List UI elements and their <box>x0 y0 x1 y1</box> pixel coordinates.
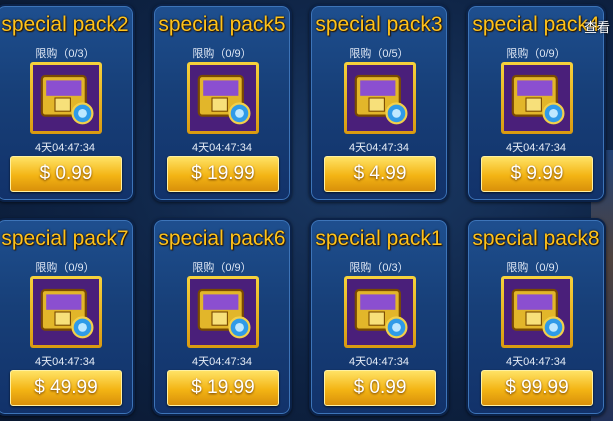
countdown-timer: 4天04:47:34 <box>349 142 409 154</box>
countdown-timer: 4天04:47:34 <box>35 356 95 368</box>
pack-card-5[interactable]: special pack7 限购（0/9） 4天04:47:34 $ 49.99 <box>0 218 135 416</box>
view-details-link[interactable]: 查看 <box>584 17 610 36</box>
buy-button[interactable]: $ 99.99 <box>481 370 593 406</box>
pack-title: special pack6 <box>158 227 286 250</box>
pack-card-8[interactable]: special pack8 限购（0/9） 4天04:47:34 $ 99.99 <box>466 218 606 416</box>
treasure-chest-icon <box>30 62 102 134</box>
buy-button[interactable]: $ 4.99 <box>324 156 436 192</box>
countdown-timer: 4天04:47:34 <box>35 142 95 154</box>
purchase-limit: 限购（0/9） <box>192 48 252 60</box>
buy-button[interactable]: $ 9.99 <box>481 156 593 192</box>
purchase-limit: 限购（0/3） <box>35 48 95 60</box>
treasure-chest-icon <box>344 276 416 348</box>
treasure-chest-icon <box>501 276 573 348</box>
pack-card-7[interactable]: special pack1 限购（0/3） 4天04:47:34 $ 0.99 <box>309 218 449 416</box>
treasure-chest-icon <box>187 276 259 348</box>
countdown-timer: 4天04:47:34 <box>192 142 252 154</box>
countdown-timer: 4天04:47:34 <box>506 356 566 368</box>
pack-title: special pack3 <box>315 13 443 36</box>
pack-title: special pack1 <box>315 227 443 250</box>
pack-title: special pack2 <box>1 13 129 36</box>
countdown-timer: 4天04:47:34 <box>192 356 252 368</box>
buy-button[interactable]: $ 49.99 <box>10 370 122 406</box>
pack-title: special pack5 <box>158 13 286 36</box>
countdown-timer: 4天04:47:34 <box>506 142 566 154</box>
purchase-limit: 限购（0/9） <box>506 48 566 60</box>
purchase-limit: 限购（0/5） <box>349 48 409 60</box>
buy-button[interactable]: $ 19.99 <box>167 156 279 192</box>
pack-card-3[interactable]: special pack3 限购（0/5） 4天04:47:34 $ 4.99 <box>309 4 449 202</box>
purchase-limit: 限购（0/9） <box>192 262 252 274</box>
treasure-chest-icon <box>501 62 573 134</box>
pack-card-2[interactable]: special pack5 限购（0/9） 4天04:47:34 $ 19.99 <box>152 4 292 202</box>
countdown-timer: 4天04:47:34 <box>349 356 409 368</box>
pack-card-6[interactable]: special pack6 限购（0/9） 4天04:47:34 $ 19.99 <box>152 218 292 416</box>
treasure-chest-icon <box>30 276 102 348</box>
pack-card-1[interactable]: special pack2 限购（0/3） 4天04:47:34 $ 0.99 <box>0 4 135 202</box>
pack-title: special pack7 <box>1 227 129 250</box>
purchase-limit: 限购（0/9） <box>506 262 566 274</box>
buy-button[interactable]: $ 19.99 <box>167 370 279 406</box>
purchase-limit: 限购（0/9） <box>35 262 95 274</box>
treasure-chest-icon <box>344 62 416 134</box>
treasure-chest-icon <box>187 62 259 134</box>
buy-button[interactable]: $ 0.99 <box>324 370 436 406</box>
pack-title: special pack8 <box>472 227 600 250</box>
buy-button[interactable]: $ 0.99 <box>10 156 122 192</box>
purchase-limit: 限购（0/3） <box>349 262 409 274</box>
